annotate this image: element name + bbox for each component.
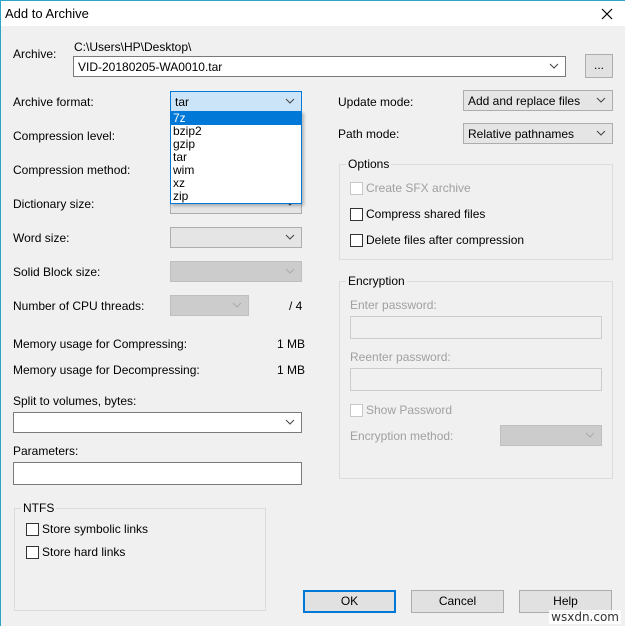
mem-compress-label: Memory usage for Compressing: <box>13 337 188 351</box>
encryption-method-label: Encryption method: <box>350 429 454 443</box>
mem-decompress-label: Memory usage for Decompressing: <box>13 363 200 377</box>
encryption-group-title: Encryption <box>346 274 407 288</box>
parameters-input[interactable] <box>13 462 302 485</box>
store-hard-links-label: Store hard links <box>42 545 126 559</box>
cancel-button[interactable]: Cancel <box>411 590 504 613</box>
checkbox-box[interactable] <box>350 181 363 195</box>
format-option-wim[interactable]: wim <box>171 164 301 177</box>
mem-decompress-value: 1 MB <box>277 363 306 377</box>
close-button[interactable] <box>595 3 619 25</box>
enter-password-input[interactable] <box>350 316 602 339</box>
title-bar: Add to Archive <box>1 1 625 26</box>
browse-button[interactable]: ... <box>585 54 613 78</box>
parameters-label: Parameters: <box>13 444 79 458</box>
create-sfx-label: Create SFX archive <box>366 181 471 195</box>
ok-button[interactable]: OK <box>303 590 396 613</box>
enter-password-label: Enter password: <box>350 298 437 312</box>
cpu-threads-total: / 4 <box>289 299 303 313</box>
checkbox-box[interactable] <box>26 545 39 559</box>
cpu-threads-combo[interactable] <box>170 295 249 316</box>
archive-format-value: tar <box>175 95 190 109</box>
update-mode-value: Add and replace files <box>468 94 581 108</box>
chevron-down-icon <box>232 302 242 308</box>
encryption-method-combo[interactable] <box>500 425 602 446</box>
solid-block-size-combo[interactable] <box>170 261 302 282</box>
path-mode-label: Path mode: <box>338 127 400 141</box>
store-symbolic-links-checkbox[interactable]: Store symbolic links <box>26 522 148 536</box>
archive-format-label: Archive format: <box>13 95 94 109</box>
store-symbolic-links-label: Store symbolic links <box>42 522 149 536</box>
show-password-checkbox[interactable]: Show Password <box>350 403 452 417</box>
word-size-label: Word size: <box>13 231 70 245</box>
dictionary-size-label: Dictionary size: <box>13 197 95 211</box>
window-title: Add to Archive <box>5 6 89 21</box>
archive-path: C:\Users\HP\Desktop\ <box>74 40 192 54</box>
compression-level-label: Compression level: <box>13 129 116 143</box>
checkbox-box[interactable] <box>350 207 363 221</box>
archive-label: Archive: <box>13 47 57 61</box>
show-password-label: Show Password <box>366 403 453 417</box>
split-volumes-combo[interactable] <box>13 412 302 433</box>
archive-filename-value: VID-20180205-WA0010.tar <box>78 60 223 74</box>
word-size-combo[interactable] <box>170 227 302 248</box>
format-option-zip[interactable]: zip <box>171 190 301 203</box>
delete-after-checkbox[interactable]: Delete files after compression <box>350 233 524 247</box>
archive-format-combo[interactable]: tar <box>170 91 302 112</box>
format-option-xz[interactable]: xz <box>171 177 301 190</box>
watermark: wsxdn.com <box>549 610 621 624</box>
reenter-password-label: Reenter password: <box>350 350 451 364</box>
format-option-gzip[interactable]: gzip <box>171 138 301 151</box>
archive-filename-combo[interactable]: VID-20180205-WA0010.tar <box>73 56 566 77</box>
options-group-title: Options <box>346 157 392 171</box>
compress-shared-checkbox[interactable]: Compress shared files <box>350 207 485 221</box>
split-volumes-label: Split to volumes, bytes: <box>13 394 137 408</box>
reenter-password-input[interactable] <box>350 368 602 391</box>
compress-shared-label: Compress shared files <box>366 207 486 221</box>
checkbox-box[interactable] <box>350 403 363 417</box>
delete-after-label: Delete files after compression <box>366 233 525 247</box>
create-sfx-checkbox[interactable]: Create SFX archive <box>350 181 471 195</box>
checkbox-box[interactable] <box>350 233 363 247</box>
compression-method-label: Compression method: <box>13 163 131 177</box>
chevron-down-icon <box>285 419 295 425</box>
solid-block-size-label: Solid Block size: <box>13 265 101 279</box>
chevron-down-icon <box>549 63 559 69</box>
ntfs-group-title: NTFS <box>21 501 57 515</box>
checkbox-box[interactable] <box>26 522 39 536</box>
cpu-threads-label: Number of CPU threads: <box>13 299 145 313</box>
add-to-archive-dialog: Add to Archive Archive: C:\Users\HP\Desk… <box>0 0 625 626</box>
path-mode-value: Relative pathnames <box>468 127 575 141</box>
update-mode-label: Update mode: <box>338 95 414 109</box>
update-mode-combo[interactable]: Add and replace files <box>463 90 613 111</box>
path-mode-combo[interactable]: Relative pathnames <box>463 123 613 144</box>
chevron-down-icon <box>596 97 606 103</box>
store-hard-links-checkbox[interactable]: Store hard links <box>26 545 125 559</box>
chevron-down-icon <box>596 130 606 136</box>
close-icon <box>601 8 613 20</box>
chevron-down-icon <box>285 98 295 104</box>
chevron-down-icon <box>585 432 595 438</box>
chevron-down-icon <box>285 234 295 240</box>
archive-format-dropdown-list: 7z bzip2 gzip tar wim xz zip <box>170 111 302 204</box>
chevron-down-icon <box>285 268 295 274</box>
mem-compress-value: 1 MB <box>277 337 306 351</box>
